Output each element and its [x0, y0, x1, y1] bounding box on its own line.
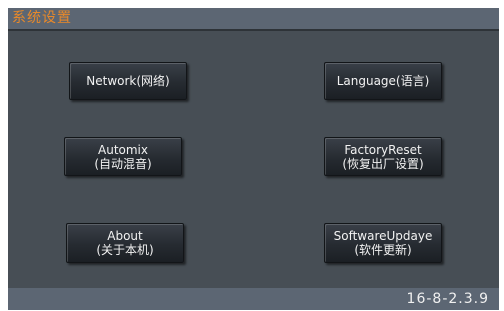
automix-button[interactable]: Automix (自动混音) [64, 137, 182, 176]
network-button-label: Network(网络) [86, 74, 170, 88]
about-button-label: About [107, 229, 143, 243]
software-update-button-sublabel: (软件更新) [354, 243, 412, 257]
automix-button-sublabel: (自动混音) [94, 156, 152, 171]
network-button[interactable]: Network(网络) [69, 62, 187, 100]
factory-reset-button[interactable]: FactoryReset (恢复出厂设置) [324, 137, 442, 176]
device-frame: 系统设置 Network(网络) Language(语言) Automix (自… [0, 0, 504, 311]
settings-screen: 系统设置 Network(网络) Language(语言) Automix (自… [8, 8, 499, 310]
factory-reset-button-sublabel: (恢复出厂设置) [342, 156, 424, 171]
about-button-sublabel: (关于本机) [96, 243, 154, 257]
software-update-button[interactable]: SoftwareUpdaye (软件更新) [324, 223, 442, 263]
automix-button-label: Automix [98, 142, 148, 157]
about-button[interactable]: About (关于本机) [66, 223, 184, 263]
page-title: 系统设置 [12, 10, 72, 26]
status-bar: 16-8-2.3.9 [8, 288, 499, 310]
version-label: 16-8-2.3.9 [406, 291, 489, 307]
title-bar: 系统设置 [8, 8, 499, 29]
software-update-button-label: SoftwareUpdaye [333, 229, 433, 243]
factory-reset-button-label: FactoryReset [344, 142, 422, 157]
title-divider [8, 29, 499, 31]
language-button[interactable]: Language(语言) [324, 62, 442, 100]
language-button-label: Language(语言) [336, 74, 430, 88]
